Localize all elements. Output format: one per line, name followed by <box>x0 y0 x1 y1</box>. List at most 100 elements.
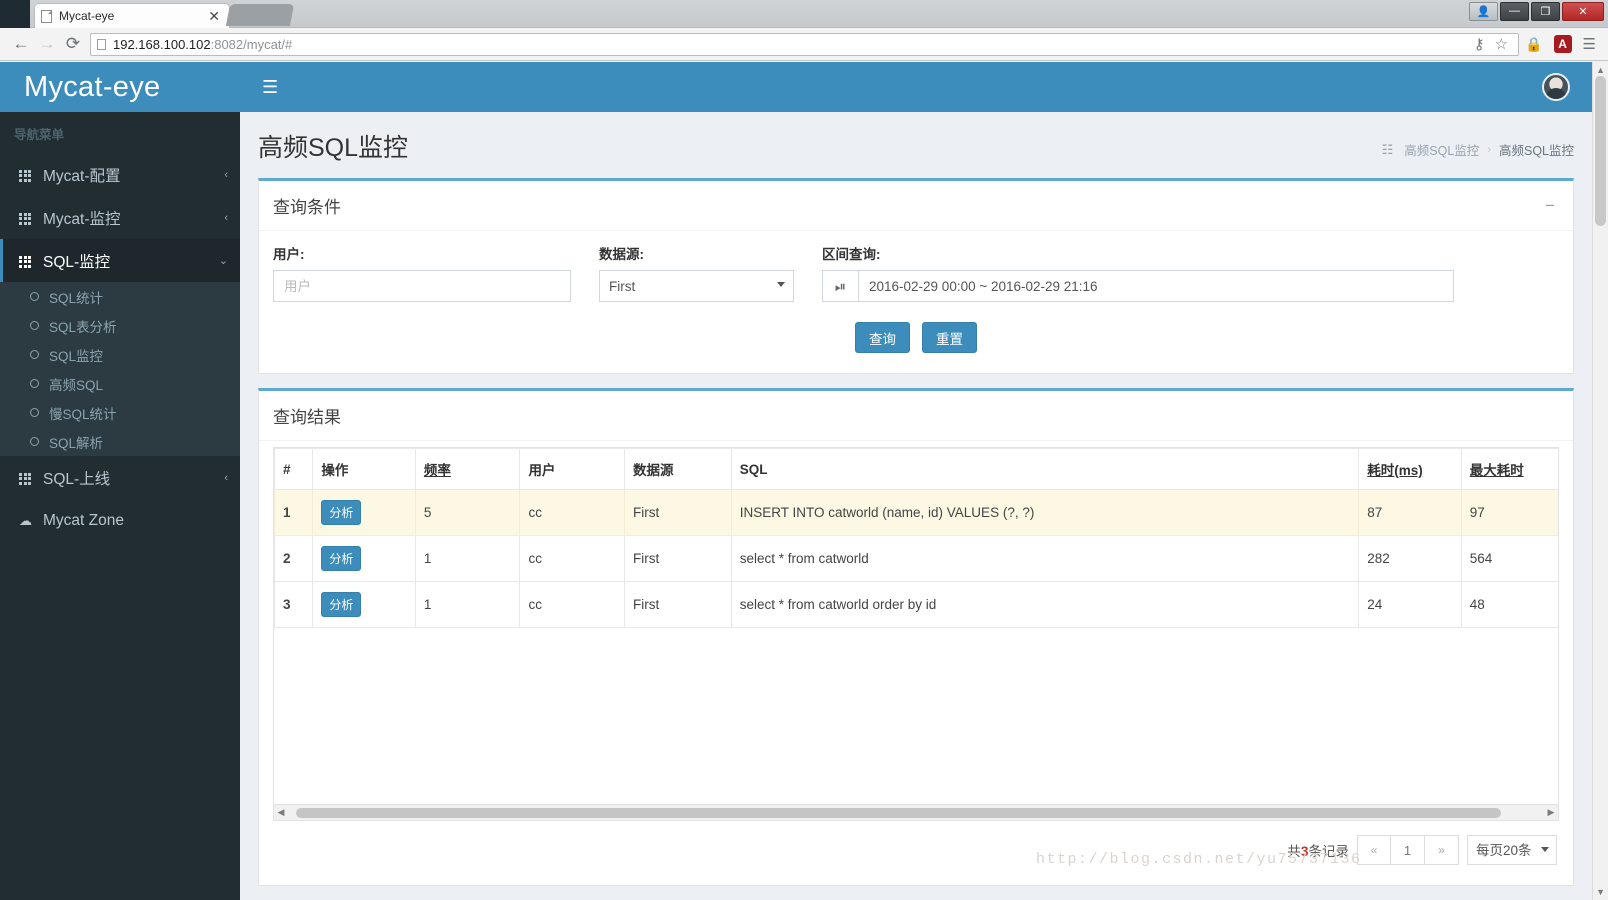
cell-max-elapsed: 48 <box>1460 581 1558 628</box>
results-table-scroll: # 操作 频率 用户 数据源 SQL 耗时(ms) 最大耗时 最小耗时 <box>273 447 1559 821</box>
result-box-body: # 操作 频率 用户 数据源 SQL 耗时(ms) 最大耗时 最小耗时 <box>259 441 1573 885</box>
column-header-sql: SQL <box>730 448 1360 490</box>
page-size-select[interactable]: 每页20条 <box>1467 835 1557 865</box>
sidebar-subitem-sql-stats[interactable]: SQL统计 <box>0 282 240 311</box>
scroll-right-arrow-icon[interactable]: ▶ <box>1544 807 1558 818</box>
query-box-body: 用户: 数据源: First <box>259 231 1573 373</box>
sidebar-item-sql-online[interactable]: SQL-上线 ‹ <box>0 456 240 499</box>
scroll-thumb[interactable] <box>296 807 1501 818</box>
grid-icon <box>19 210 43 225</box>
brand-logo[interactable]: Mycat-eye <box>0 62 240 112</box>
avatar[interactable] <box>1542 73 1570 101</box>
page-scrollbar[interactable]: ▲ ▼ <box>1592 62 1608 900</box>
sidebar-subitem-sql-parse[interactable]: SQL解析 <box>0 427 240 456</box>
scroll-down-arrow-icon[interactable]: ▼ <box>1596 887 1605 897</box>
sidebar-item-mycat-config[interactable]: Mycat-配置 ‹ <box>0 153 240 196</box>
cell-operation: 分析 <box>312 581 416 628</box>
sidebar-subitem-label: SQL解析 <box>49 435 104 451</box>
reset-button[interactable]: 重置 <box>922 322 977 353</box>
sidebar-item-mycat-monitor[interactable]: Mycat-监控 ‹ <box>0 196 240 239</box>
column-header-index: # <box>274 448 314 490</box>
column-header-user: 用户 <box>519 448 626 490</box>
sidebar-toggle-icon[interactable]: ☰ <box>254 71 286 104</box>
analyze-button[interactable]: 分析 <box>321 592 362 617</box>
cell-datasource: First <box>624 535 732 582</box>
maximize-button[interactable]: ❐ <box>1531 1 1560 21</box>
lock-icon[interactable]: 🔒 <box>1525 36 1542 53</box>
extension-icon[interactable]: A <box>1553 35 1572 53</box>
sidebar-item-label: Mycat Zone <box>43 511 124 529</box>
range-input[interactable] <box>858 270 1454 302</box>
cell-datasource: First <box>624 581 732 628</box>
query-box-title: 查询条件 <box>273 198 341 217</box>
pagination: « 1 » <box>1357 835 1459 865</box>
circle-icon <box>30 437 39 446</box>
table-row[interactable]: 1 分析 5 cc First INSERT INTO catworld (na… <box>274 489 1558 536</box>
chevron-down-icon: ⌄ <box>218 255 228 267</box>
sidebar-item-sql-monitor[interactable]: SQL-监控 ⌄ <box>0 239 240 282</box>
cell-frequency: 1 <box>414 581 521 628</box>
collapse-icon[interactable]: − <box>1545 197 1559 214</box>
sidebar-item-mycat-zone[interactable]: ☁ Mycat Zone <box>0 499 240 542</box>
pagination-first[interactable]: « <box>1357 835 1391 865</box>
reload-icon[interactable]: ⟳ <box>60 34 86 54</box>
close-icon[interactable]: ✕ <box>205 9 223 23</box>
user-profile-icon[interactable]: 👤 <box>1469 1 1498 21</box>
forward-icon[interactable]: → <box>34 34 60 54</box>
column-header-elapsed[interactable]: 耗时(ms) <box>1358 448 1462 490</box>
window-close-button[interactable]: ✕ <box>1562 1 1604 21</box>
breadcrumb-root[interactable]: 高频SQL监控 <box>1404 140 1479 159</box>
browser-menu-icon[interactable]: ☰ <box>1583 35 1596 53</box>
sidebar-subitem-sql-monitor[interactable]: SQL监控 <box>0 340 240 369</box>
address-bar[interactable]: 192.168.100.102:8082/mycat/# ⚷ ☆ <box>90 32 1520 56</box>
analyze-button[interactable]: 分析 <box>321 500 362 525</box>
cell-sql: INSERT INTO catworld (name, id) VALUES (… <box>730 489 1360 536</box>
new-tab-button[interactable] <box>225 4 295 26</box>
table-row[interactable]: 2 分析 1 cc First select * from catworld 2… <box>274 535 1558 582</box>
page-size-select-wrap: 每页20条 <box>1467 835 1557 865</box>
bookmark-star-icon[interactable]: ☆ <box>1495 35 1508 53</box>
user-input[interactable] <box>273 270 571 302</box>
sidebar-nav-header: 导航菜单 <box>14 128 65 142</box>
key-icon[interactable]: ⚷ <box>1474 35 1485 53</box>
page-title: 高频SQL监控 <box>258 134 409 162</box>
page-scroll-thumb[interactable] <box>1595 76 1606 226</box>
cell-user: cc <box>519 535 626 582</box>
cell-operation: 分析 <box>312 489 416 536</box>
sidebar-subitem-label: SQL表分析 <box>49 319 117 335</box>
datasource-select[interactable]: First <box>599 270 794 302</box>
app-viewport: Mycat-eye 导航菜单 Mycat-配置 ‹ Mycat-监控 ‹ SQL… <box>0 62 1608 900</box>
chevron-left-icon: ‹ <box>224 168 228 181</box>
cell-max-elapsed: 97 <box>1460 489 1558 536</box>
pagination-page-1[interactable]: 1 <box>1391 835 1425 865</box>
tab-title: Mycat-eye <box>59 9 115 23</box>
scroll-left-arrow-icon[interactable]: ◀ <box>274 807 288 818</box>
browser-tab[interactable]: Mycat-eye ✕ <box>34 3 230 28</box>
result-box-title: 查询结果 <box>273 408 341 427</box>
url-text: 192.168.100.102 <box>113 36 211 52</box>
datasource-field-group: 数据源: First <box>599 243 794 302</box>
browser-window: Mycat-eye ✕ 👤 — ❐ ✕ ← → ⟳ 192.168.100.10… <box>0 0 1608 900</box>
minimize-button[interactable]: — <box>1500 1 1529 21</box>
cell-index: 3 <box>274 581 314 628</box>
sidebar-subitem-slow-sql-stats[interactable]: 慢SQL统计 <box>0 398 240 427</box>
back-icon[interactable]: ← <box>8 34 34 54</box>
cell-max-elapsed: 564 <box>1460 535 1558 582</box>
query-form-row: 用户: 数据源: First <box>273 237 1559 302</box>
user-label: 用户: <box>273 247 305 262</box>
analyze-button[interactable]: 分析 <box>321 546 362 571</box>
scroll-up-arrow-icon[interactable]: ▲ <box>1596 65 1605 75</box>
search-button[interactable]: 查询 <box>855 322 910 353</box>
pagination-last[interactable]: » <box>1425 835 1459 865</box>
column-header-frequency[interactable]: 频率 <box>414 448 521 490</box>
sidebar-subitem-sql-table-analysis[interactable]: SQL表分析 <box>0 311 240 340</box>
clock-icon: ⏯ <box>822 270 858 302</box>
sidebar-subitem-high-freq-sql[interactable]: 高频SQL <box>0 369 240 398</box>
table-horizontal-scrollbar[interactable]: ◀ ▶ <box>274 804 1558 820</box>
page-info-icon <box>97 38 106 50</box>
extension-area: 🔒 A ☰ <box>1525 35 1600 53</box>
table-row[interactable]: 3 分析 1 cc First select * from catworld o… <box>274 581 1558 628</box>
scroll-trough[interactable] <box>288 805 1544 821</box>
column-header-max-elapsed[interactable]: 最大耗时 <box>1460 448 1558 490</box>
cell-datasource: First <box>624 489 732 536</box>
